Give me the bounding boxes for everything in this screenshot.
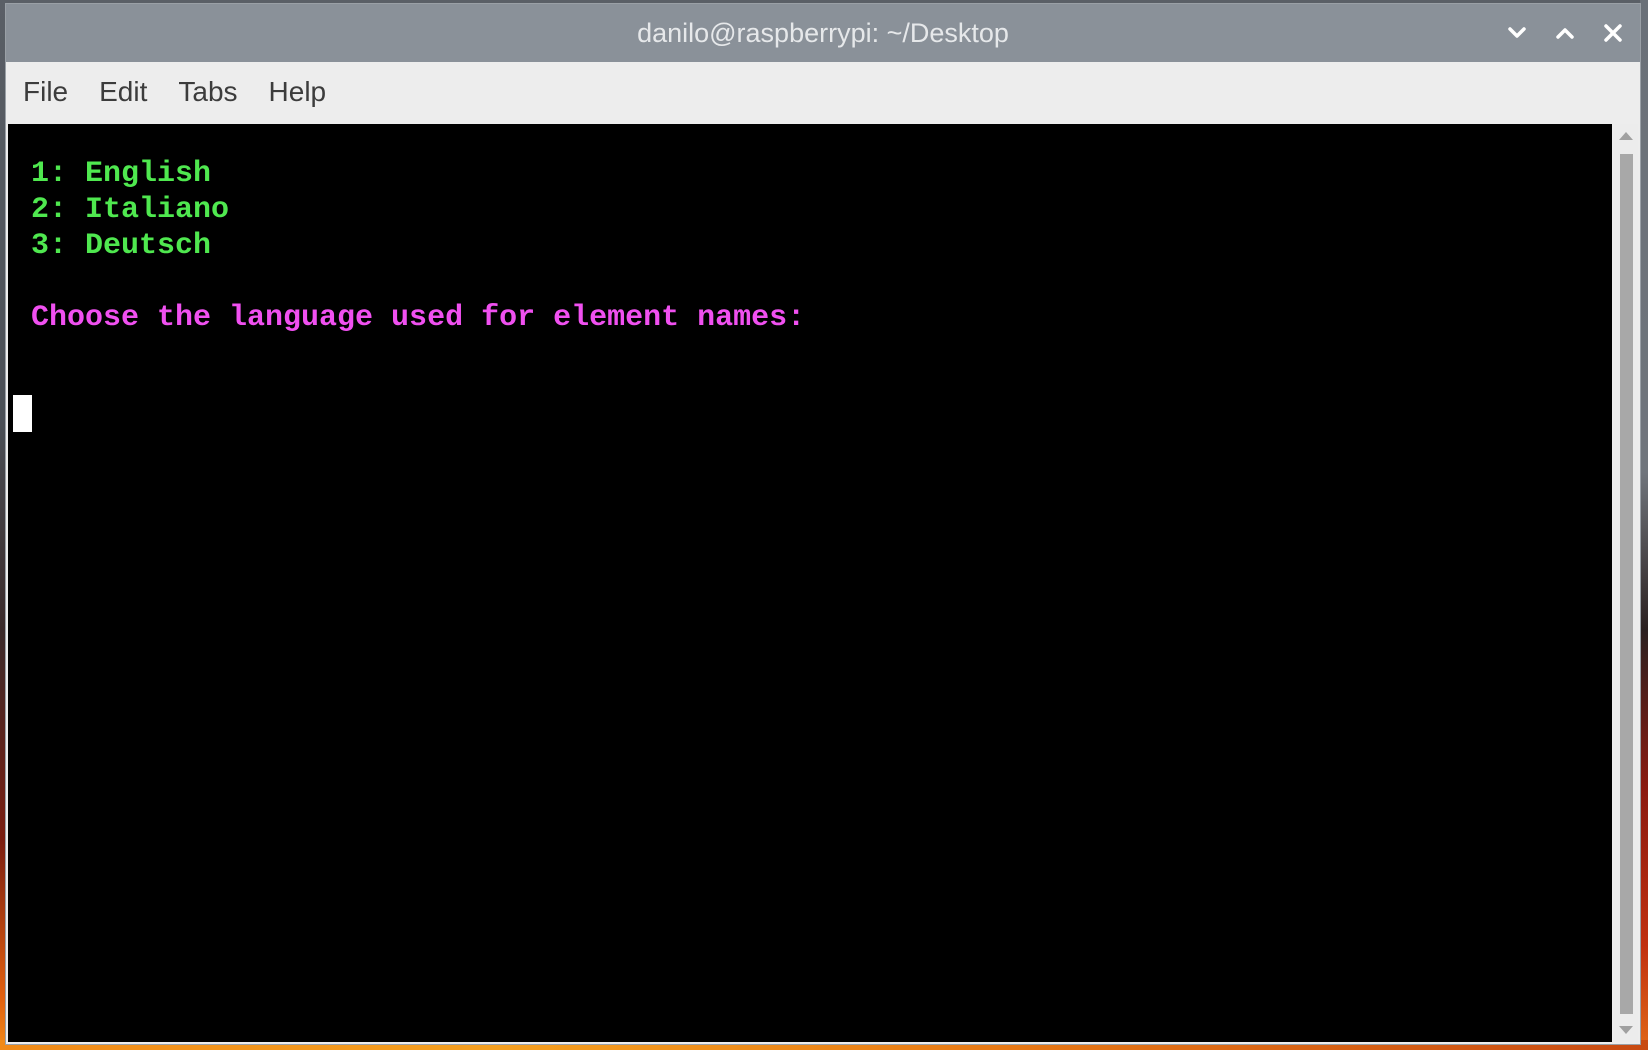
close-button[interactable] (1596, 18, 1630, 48)
language-prompt: Choose the language used for element nam… (31, 301, 806, 335)
menu-tabs[interactable]: Tabs (178, 76, 237, 108)
window-controls (1500, 18, 1630, 48)
text-cursor (13, 395, 32, 432)
terminal-window: danilo@raspberrypi: ~/Desktop File Edit … (5, 3, 1641, 1045)
triangle-down-icon (1619, 1021, 1633, 1039)
triangle-up-icon (1619, 127, 1633, 145)
chevron-up-icon (1555, 26, 1575, 40)
language-option-italiano: 2: Italiano (31, 193, 230, 227)
menu-edit[interactable]: Edit (99, 76, 147, 108)
window-title: danilo@raspberrypi: ~/Desktop (637, 17, 1009, 48)
scroll-up-button[interactable] (1614, 126, 1638, 146)
menu-help[interactable]: Help (269, 76, 327, 108)
language-option-deutsch: 3: Deutsch (31, 229, 212, 263)
maximize-button[interactable] (1548, 18, 1582, 48)
terminal-area[interactable]: 1: English 2: Italiano 3: Deutsch Choose… (8, 124, 1612, 1042)
scrollbar-thumb[interactable] (1620, 154, 1633, 1014)
minimize-button[interactable] (1500, 18, 1534, 48)
chevron-down-icon (1507, 26, 1527, 40)
close-icon (1603, 23, 1623, 43)
vertical-scrollbar[interactable] (1614, 124, 1638, 1042)
language-option-english: 1: English (31, 157, 212, 191)
menu-file[interactable]: File (23, 76, 68, 108)
scroll-down-button[interactable] (1614, 1020, 1638, 1040)
desktop-background (1640, 0, 1648, 1050)
menu-bar: File Edit Tabs Help (6, 62, 1640, 122)
title-bar[interactable]: danilo@raspberrypi: ~/Desktop (6, 4, 1640, 62)
